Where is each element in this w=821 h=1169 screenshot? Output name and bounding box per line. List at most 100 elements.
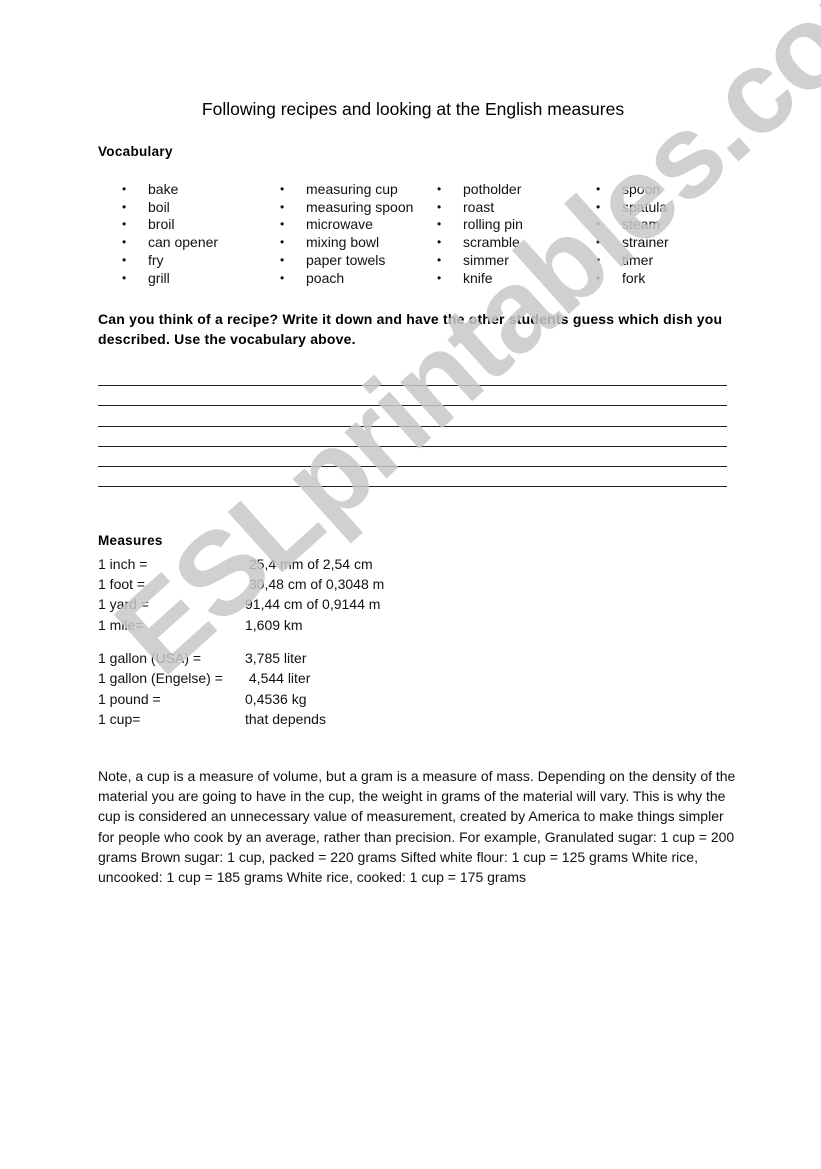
measure-value: 25,4 mm of 2,54 cm	[245, 556, 373, 572]
measures-heading: Measures	[98, 533, 163, 548]
bullet-icon: •	[596, 217, 601, 232]
vocabulary-item: • simmer	[437, 252, 591, 270]
vocabulary-item: • fork	[596, 270, 750, 288]
vocabulary-word: steam	[622, 216, 661, 233]
bullet-icon: •	[437, 217, 442, 232]
bullet-icon: •	[596, 270, 601, 285]
bullet-icon: •	[280, 217, 285, 232]
vocabulary-column: • bake • boil • broil • can opener • fry • grill	[122, 181, 276, 287]
answer-line[interactable]	[98, 447, 727, 467]
bullet-icon: •	[122, 235, 127, 250]
bullet-icon: •	[596, 182, 601, 196]
bullet-icon: •	[596, 235, 601, 250]
bullet-icon: •	[596, 252, 601, 267]
vocabulary-word: bake	[148, 181, 179, 197]
vocabulary-word: microwave	[306, 216, 373, 233]
answer-line[interactable]	[98, 406, 727, 427]
vocabulary-item: • paper towels	[280, 252, 434, 270]
measure-value: that depends	[245, 710, 326, 727]
bullet-icon: •	[280, 199, 285, 214]
vocabulary-word: rolling pin	[463, 216, 523, 233]
vocabulary-word: poach	[306, 269, 345, 286]
vocabulary-item: • knife	[437, 270, 591, 288]
vocabulary-word: strainer	[622, 234, 669, 251]
vocabulary-word: fry	[148, 251, 164, 268]
vocabulary-word: paper towels	[306, 251, 386, 268]
cup-note-paragraph: Note, a cup is a measure of volume, but …	[98, 768, 736, 886]
vocabulary-item: • bake	[122, 181, 276, 199]
vocabulary-item: • measuring cup	[280, 181, 434, 199]
recipe-prompt: Can you think of a recipe? Write it down…	[98, 311, 723, 347]
bullet-icon: •	[122, 199, 127, 214]
answer-line[interactable]	[98, 467, 727, 488]
measure-value: 4,544 liter	[245, 670, 311, 687]
vocabulary-word: spoon	[622, 181, 661, 197]
vocabulary-word: spatula	[622, 198, 668, 215]
bullet-icon: •	[122, 252, 127, 267]
worksheet-page: Following recipes and looking at the Eng…	[0, 0, 821, 1169]
vocabulary-item: • spoon	[596, 181, 750, 199]
bullet-icon: •	[437, 182, 442, 196]
measure-unit: 1 yard =	[98, 596, 149, 613]
page-title: Following recipes and looking at the Eng…	[201, 99, 625, 119]
bullet-icon: •	[437, 235, 442, 250]
vocabulary-word: timer	[622, 251, 654, 268]
vocabulary-column: • potholder • roast • rolling pin • scramble • si…	[437, 181, 591, 287]
vocabulary-item: • microwave	[280, 216, 434, 234]
vocabulary-word: simmer	[463, 251, 509, 268]
bullet-icon: •	[437, 252, 442, 267]
vocabulary-item: • timer	[596, 252, 750, 270]
vocabulary-heading: Vocabulary	[98, 144, 173, 159]
measure-unit: 1 mile=	[98, 616, 144, 633]
vocabulary-word: roast	[463, 198, 495, 215]
answer-line[interactable]	[98, 427, 727, 447]
measure-unit: 1 pound =	[98, 690, 161, 707]
vocabulary-word: boil	[148, 198, 170, 215]
vocabulary-item: • steam	[596, 216, 750, 234]
bullet-icon: •	[437, 199, 442, 214]
vocabulary-item: • potholder	[437, 181, 591, 199]
measure-value: 1,609 km	[245, 616, 303, 633]
measure-unit: 1 cup=	[98, 710, 141, 727]
vocabulary-word: knife	[463, 269, 493, 286]
measure-unit: 1 gallon (USA) =	[98, 650, 202, 667]
bullet-icon: •	[437, 270, 442, 285]
vocabulary-word: mixing bowl	[306, 234, 380, 251]
vocabulary-item: • spatula	[596, 199, 750, 217]
measure-value: 91,44 cm of 0,9144 m	[245, 596, 381, 613]
vocabulary-item: • rolling pin	[437, 216, 591, 234]
bullet-icon: •	[122, 182, 127, 196]
vocabulary-word: fork	[622, 269, 646, 286]
vocabulary-item: • poach	[280, 270, 434, 288]
vocabulary-column: • measuring cup • measuring spoon • microwave…	[280, 181, 434, 287]
measure-unit: 1 inch =	[98, 556, 148, 572]
vocabulary-column: • spoon • spatula • steam • strainer • timer • fork	[596, 181, 750, 287]
vocabulary-word: measuring spoon	[306, 198, 414, 215]
vocabulary-word: measuring cup	[306, 181, 398, 197]
bullet-icon: •	[280, 182, 285, 196]
bullet-icon: •	[280, 252, 285, 267]
vocabulary-word: grill	[148, 269, 170, 286]
answer-line[interactable]	[98, 386, 727, 407]
vocabulary-item: • roast	[437, 199, 591, 217]
measure-value: 0,4536 kg	[245, 690, 307, 707]
vocabulary-word: can opener	[148, 234, 219, 251]
vocabulary-item: • strainer	[596, 234, 750, 252]
vocabulary-item: • can opener	[122, 234, 276, 252]
answer-line[interactable]	[98, 366, 727, 387]
measure-unit: 1 foot =	[98, 576, 146, 593]
measure-unit: 1 gallon (Engelse) =	[98, 670, 223, 687]
vocabulary-word: broil	[148, 216, 175, 233]
bullet-icon: •	[280, 270, 285, 285]
vocabulary-item: • boil	[122, 199, 276, 217]
vocabulary-item: • mixing bowl	[280, 234, 434, 252]
bullet-icon: •	[122, 217, 127, 232]
vocabulary-item: • scramble	[437, 234, 591, 252]
vocabulary-item: • fry	[122, 252, 276, 270]
vocabulary-item: • measuring spoon	[280, 199, 434, 217]
vocabulary-word: potholder	[463, 181, 522, 197]
writing-lines	[98, 366, 727, 488]
measure-value: 30,48 cm of 0,3048 m	[245, 576, 385, 593]
bullet-icon: •	[596, 199, 601, 214]
bullet-icon: •	[122, 270, 127, 285]
